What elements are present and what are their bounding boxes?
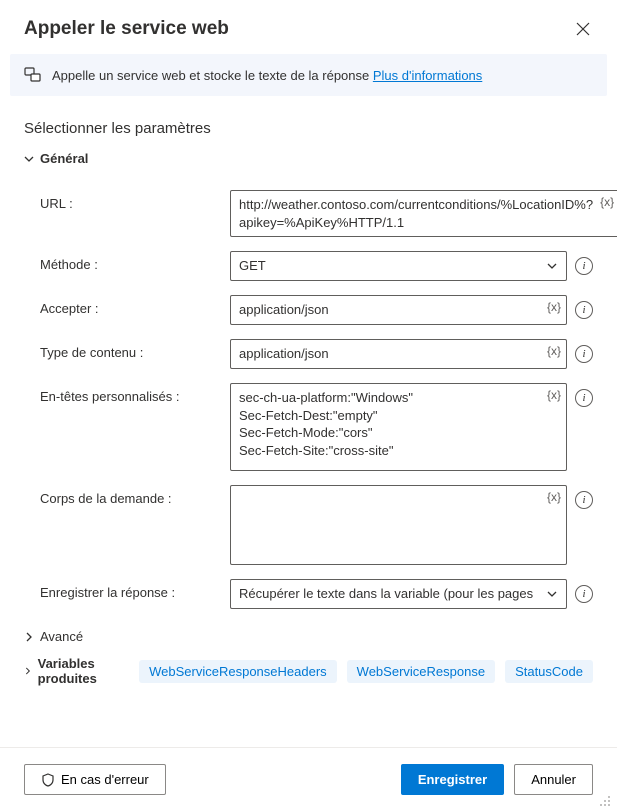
web-service-icon <box>24 66 42 84</box>
method-select[interactable]: GET <box>230 251 567 281</box>
chip-headers[interactable]: WebServiceResponseHeaders <box>139 660 337 683</box>
info-icon[interactable]: i <box>575 585 593 603</box>
close-icon <box>576 22 590 36</box>
chevron-right-icon <box>24 666 32 676</box>
accordion-variables[interactable]: Variables produites <box>24 656 129 686</box>
content-type-label: Type de contenu : <box>40 339 220 360</box>
accordion-advanced[interactable]: Avancé <box>0 623 617 650</box>
info-icon[interactable]: i <box>575 345 593 363</box>
cancel-button[interactable]: Annuler <box>514 764 593 795</box>
shield-icon <box>41 773 55 787</box>
chevron-down-icon <box>24 154 34 164</box>
request-body-label: Corps de la demande : <box>40 485 220 506</box>
dialog-title: Appeler le service web <box>24 18 229 40</box>
save-button[interactable]: Enregistrer <box>401 764 504 795</box>
info-banner: Appelle un service web et stocke le text… <box>10 54 607 96</box>
accept-label: Accepter : <box>40 295 220 316</box>
custom-headers-input[interactable]: sec-ch-ua-platform:"Windows" Sec-Fetch-D… <box>230 383 567 471</box>
more-info-link[interactable]: Plus d'informations <box>373 68 482 83</box>
info-icon[interactable]: i <box>575 491 593 509</box>
info-icon[interactable]: i <box>575 301 593 319</box>
url-input[interactable]: http://weather.contoso.com/currentcondit… <box>230 190 617 237</box>
resize-grip-icon[interactable] <box>599 795 611 807</box>
chevron-down-icon <box>546 588 558 600</box>
save-response-select[interactable]: Récupérer le texte dans la variable (pou… <box>230 579 567 609</box>
chip-status[interactable]: StatusCode <box>505 660 593 683</box>
save-response-label: Enregistrer la réponse : <box>40 579 220 600</box>
chevron-down-icon <box>546 260 558 272</box>
accordion-general[interactable]: Général <box>0 145 617 172</box>
info-icon[interactable]: i <box>575 257 593 275</box>
chevron-right-icon <box>24 632 34 642</box>
custom-headers-label: En-têtes personnalisés : <box>40 383 220 404</box>
close-button[interactable] <box>573 19 593 39</box>
chip-response[interactable]: WebServiceResponse <box>347 660 495 683</box>
content-type-input[interactable]: application/json <box>230 339 567 369</box>
info-icon[interactable]: i <box>575 389 593 407</box>
method-label: Méthode : <box>40 251 220 272</box>
accept-input[interactable]: application/json <box>230 295 567 325</box>
section-title: Sélectionner les paramètres <box>0 106 617 145</box>
request-body-input[interactable] <box>230 485 567 565</box>
on-error-button[interactable]: En cas d'erreur <box>24 764 166 795</box>
url-label: URL : <box>40 190 220 211</box>
banner-text: Appelle un service web et stocke le text… <box>52 68 482 83</box>
